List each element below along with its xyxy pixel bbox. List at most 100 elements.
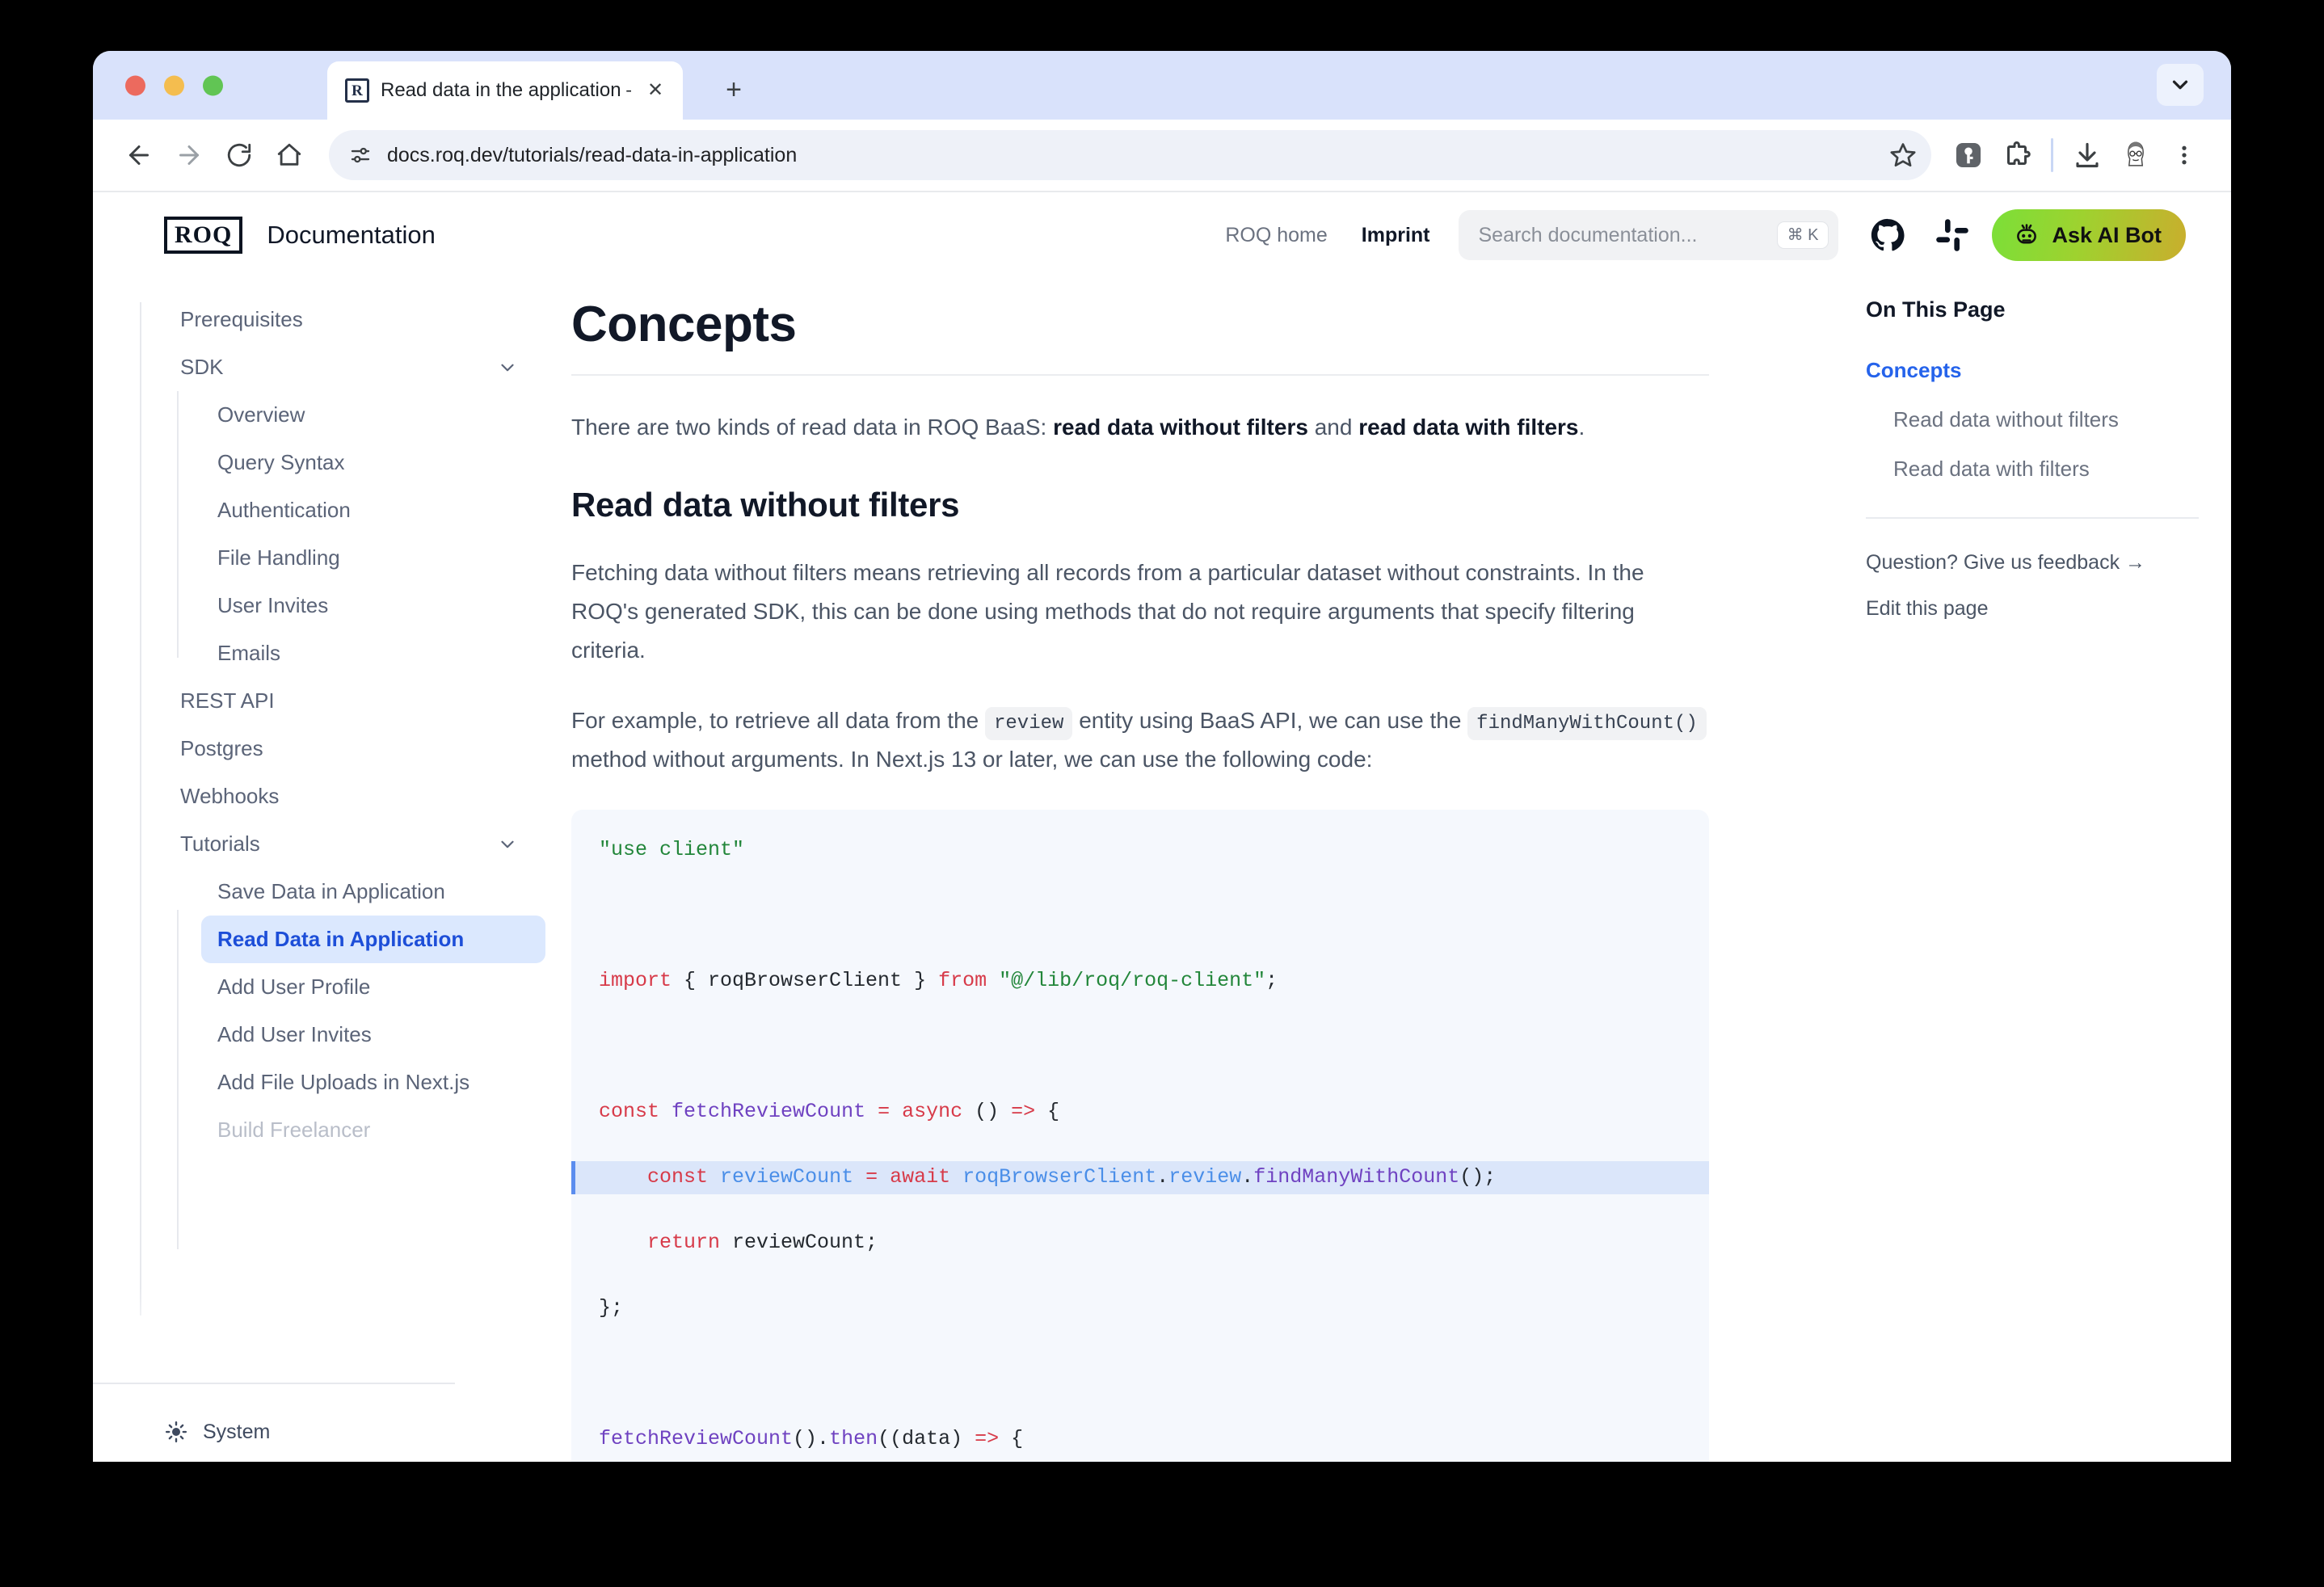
password-manager-button[interactable] bbox=[1944, 131, 1993, 179]
sidebar-item-emails[interactable]: Emails bbox=[201, 629, 545, 677]
docs-sidebar: Prerequisites SDK Overview Query Syntax … bbox=[93, 278, 545, 1462]
intro-bold-with-filters: read data with filters bbox=[1358, 415, 1579, 440]
sidebar-item-query-syntax[interactable]: Query Syntax bbox=[201, 439, 545, 486]
bookmark-button[interactable] bbox=[1889, 141, 1917, 169]
roq-favicon-icon: R bbox=[345, 78, 369, 103]
search-input[interactable]: Search documentation... ⌘ K bbox=[1459, 210, 1839, 260]
sidebar-item-build-freelancer[interactable]: Build Freelancer bbox=[201, 1106, 545, 1154]
sidebar-item-rest-api[interactable]: REST API bbox=[164, 677, 545, 725]
nav-link-roq-home[interactable]: ROQ home bbox=[1225, 224, 1327, 247]
intro-text-before: There are two kinds of read data in ROQ … bbox=[571, 415, 1054, 440]
sidebar-item-label: REST API bbox=[180, 688, 275, 713]
toc-title: On This Page bbox=[1866, 297, 2006, 322]
feedback-link[interactable]: Question? Give us feedback → bbox=[1866, 551, 2199, 575]
sidebar-group-tutorials[interactable]: Tutorials bbox=[164, 820, 545, 868]
intro-paragraph: There are two kinds of read data in ROQ … bbox=[571, 408, 1709, 447]
sidebar-sub-rail-sdk bbox=[177, 391, 179, 658]
code-line: fetchReviewCount().then((data) => { bbox=[599, 1427, 1024, 1451]
code-line-highlighted: const reviewCount = await roqBrowserClie… bbox=[571, 1161, 1709, 1194]
sidebar-item-label: Add File Uploads in Next.js bbox=[217, 1070, 470, 1094]
minimize-window-button[interactable] bbox=[164, 75, 184, 95]
browser-toolbar: docs.roq.dev/tutorials/read-data-in-appl… bbox=[93, 120, 2231, 192]
home-icon bbox=[277, 143, 301, 166]
slack-icon bbox=[1936, 219, 1969, 251]
home-button[interactable] bbox=[264, 130, 314, 180]
sidebar-item-add-user-profile[interactable]: Add User Profile bbox=[201, 963, 545, 1011]
brand[interactable]: ROQ Documentation bbox=[164, 217, 436, 254]
sidebar-item-overview[interactable]: Overview bbox=[201, 391, 545, 439]
sidebar-item-prerequisites[interactable]: Prerequisites bbox=[164, 296, 545, 343]
new-tab-button[interactable]: + bbox=[715, 71, 752, 108]
puzzle-icon bbox=[2007, 141, 2031, 165]
toc-link-read-data-without-filters[interactable]: Read data without filters bbox=[1866, 407, 2199, 432]
downloads-button[interactable] bbox=[2063, 131, 2111, 179]
tune-icon bbox=[351, 147, 370, 163]
ask-ai-bot-label: Ask AI Bot bbox=[2052, 222, 2162, 247]
close-window-button[interactable] bbox=[125, 75, 145, 95]
site-settings-icon[interactable] bbox=[348, 143, 373, 167]
maximize-window-button[interactable] bbox=[203, 75, 223, 95]
nav-link-imprint[interactable]: Imprint bbox=[1362, 224, 1430, 247]
inline-code-review: review bbox=[985, 706, 1073, 740]
intro-text-after: . bbox=[1578, 415, 1585, 440]
forward-button[interactable] bbox=[164, 130, 214, 180]
reload-icon bbox=[227, 143, 251, 167]
sidebar-item-add-file-uploads[interactable]: Add File Uploads in Next.js bbox=[201, 1059, 545, 1106]
sidebar-item-label: Authentication bbox=[217, 498, 351, 522]
site-header: ROQ Documentation ROQ home Imprint Searc… bbox=[93, 192, 2231, 278]
sidebar-item-postgres[interactable]: Postgres bbox=[164, 725, 545, 772]
reload-button[interactable] bbox=[214, 130, 264, 180]
github-icon bbox=[1871, 218, 1905, 251]
sidebar-nav-list: Prerequisites SDK Overview Query Syntax … bbox=[93, 296, 545, 1315]
sidebar-item-label: Build Freelancer bbox=[217, 1118, 371, 1142]
sidebar-item-add-user-invites[interactable]: Add User Invites bbox=[201, 1011, 545, 1059]
sidebar-group-sdk[interactable]: SDK bbox=[164, 343, 545, 391]
toc-link-concepts[interactable]: Concepts bbox=[1866, 358, 2199, 383]
chevron-down-icon bbox=[2172, 80, 2188, 90]
github-link[interactable] bbox=[1863, 210, 1913, 260]
profile-button[interactable] bbox=[2111, 131, 2160, 179]
browser-menu-button[interactable] bbox=[2160, 131, 2208, 179]
search-shortcut-badge: ⌘ K bbox=[1776, 221, 1829, 249]
paragraph-for-example: For example, to retrieve all data from t… bbox=[571, 701, 1709, 779]
key-icon bbox=[1956, 142, 1981, 168]
toc-link-read-data-with-filters[interactable]: Read data with filters bbox=[1866, 457, 2199, 482]
extensions-button[interactable] bbox=[1993, 131, 2041, 179]
edit-page-link[interactable]: Edit this page bbox=[1866, 597, 2199, 621]
more-vertical-icon bbox=[2182, 145, 2187, 165]
back-button[interactable] bbox=[114, 130, 164, 180]
tab-list-button[interactable] bbox=[2157, 64, 2204, 106]
sidebar-item-label: Query Syntax bbox=[217, 450, 345, 474]
sidebar-item-read-data-in-application[interactable]: Read Data in Application bbox=[201, 916, 545, 963]
sidebar-item-label: Read Data in Application bbox=[217, 927, 465, 951]
sidebar-item-webhooks[interactable]: Webhooks bbox=[164, 772, 545, 820]
code-line: return reviewCount; bbox=[647, 1231, 878, 1255]
slack-link[interactable] bbox=[1927, 210, 1977, 260]
sidebar-item-file-handling[interactable]: File Handling bbox=[201, 534, 545, 582]
ask-ai-bot-button[interactable]: Ask AI Bot bbox=[1992, 209, 2186, 261]
browser-tab[interactable]: R Read data in the application – ✕ bbox=[327, 61, 683, 120]
code-content: "use client" import { roqBrowserClient }… bbox=[571, 834, 1709, 1462]
sidebar-item-label: Overview bbox=[217, 402, 305, 427]
title-divider bbox=[571, 374, 1709, 376]
main-content: Concepts There are two kinds of read dat… bbox=[545, 278, 1851, 1462]
code-block[interactable]: "use client" import { roqBrowserClient }… bbox=[571, 810, 1709, 1462]
sidebar-item-authentication[interactable]: Authentication bbox=[201, 486, 545, 534]
toc-divider bbox=[1866, 517, 2199, 519]
header-nav: ROQ home Imprint Search documentation...… bbox=[1225, 209, 2186, 261]
page-body: Prerequisites SDK Overview Query Syntax … bbox=[93, 278, 2231, 1462]
close-tab-icon[interactable]: ✕ bbox=[642, 78, 668, 103]
theme-toggle[interactable]: System bbox=[164, 1420, 270, 1444]
sidebar-rail bbox=[140, 302, 141, 1315]
sidebar-item-user-invites[interactable]: User Invites bbox=[201, 582, 545, 629]
download-icon bbox=[2076, 142, 2099, 168]
paragraph-fetching-data: Fetching data without filters means retr… bbox=[571, 560, 1644, 663]
address-bar[interactable]: docs.roq.dev/tutorials/read-data-in-appl… bbox=[329, 130, 1931, 180]
sidebar-sub-rail-tutorials bbox=[177, 910, 179, 1249]
sun-icon bbox=[165, 1421, 187, 1443]
chevron-down-icon bbox=[497, 834, 518, 855]
intro-text-middle: and bbox=[1307, 415, 1359, 440]
sidebar-item-save-data-in-application[interactable]: Save Data in Application bbox=[201, 868, 545, 916]
